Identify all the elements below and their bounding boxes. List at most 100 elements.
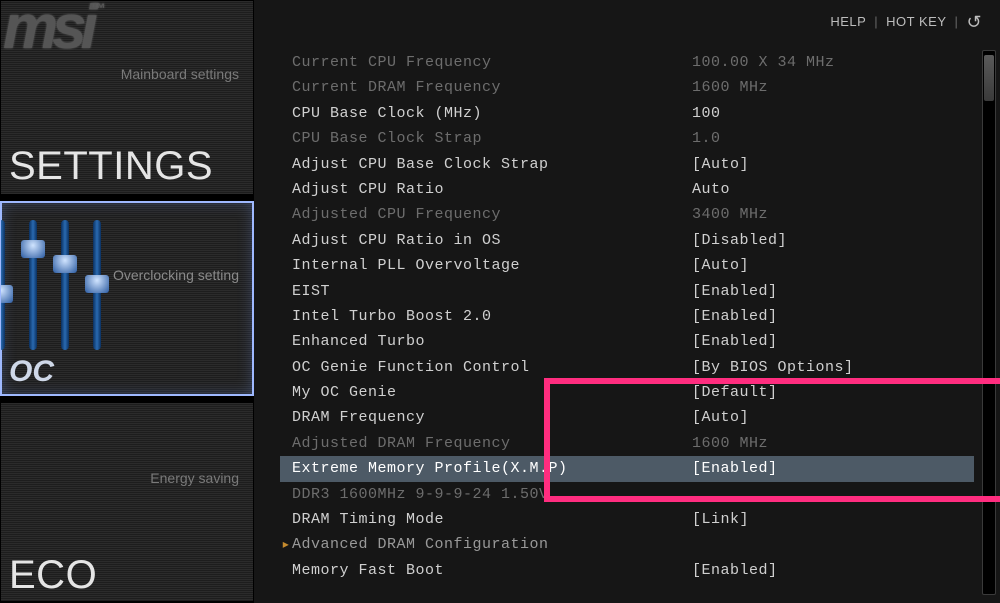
row-label: DRAM Frequency bbox=[292, 405, 692, 430]
row-label: Memory Fast Boot bbox=[292, 558, 692, 583]
row-label: Extreme Memory Profile(X.M.P) bbox=[292, 456, 692, 481]
sidebar-tile-eco[interactable]: Energy saving ECO bbox=[0, 402, 254, 602]
settings-row[interactable]: Adjust CPU Base Clock Strap[Auto] bbox=[280, 152, 974, 177]
settings-row[interactable]: Intel Turbo Boost 2.0[Enabled] bbox=[280, 304, 974, 329]
sidebar-small-label: Mainboard settings bbox=[121, 66, 239, 82]
row-label: Adjust CPU Ratio bbox=[292, 177, 692, 202]
row-label: EIST bbox=[292, 279, 692, 304]
separator: | bbox=[874, 14, 878, 29]
settings-row[interactable]: Memory Fast Boot[Enabled] bbox=[280, 558, 974, 583]
row-value: [Link] bbox=[692, 507, 974, 532]
row-gutter bbox=[280, 329, 292, 354]
msi-logo: msi™ bbox=[3, 3, 106, 53]
settings-row[interactable]: Adjust CPU RatioAuto bbox=[280, 177, 974, 202]
main-panel: HELP | HOT KEY | ↻ Current CPU Frequency… bbox=[254, 0, 1000, 603]
row-label: Intel Turbo Boost 2.0 bbox=[292, 304, 692, 329]
back-icon[interactable]: ↻ bbox=[966, 12, 982, 33]
settings-row: Current DRAM Frequency1600 MHz bbox=[280, 75, 974, 100]
row-gutter bbox=[280, 558, 292, 583]
row-gutter bbox=[280, 456, 292, 481]
row-gutter bbox=[280, 304, 292, 329]
row-gutter bbox=[280, 279, 292, 304]
row-label: Enhanced Turbo bbox=[292, 329, 692, 354]
settings-row: Current CPU Frequency100.00 X 34 MHz bbox=[280, 50, 974, 75]
scrollbar[interactable] bbox=[982, 50, 996, 595]
settings-row[interactable]: My OC Genie[Default] bbox=[280, 380, 974, 405]
settings-row[interactable]: Enhanced Turbo[Enabled] bbox=[280, 329, 974, 354]
row-gutter bbox=[280, 126, 292, 151]
row-value: [By BIOS Options] bbox=[692, 355, 974, 380]
sidebar-big-label: OC bbox=[9, 355, 54, 389]
settings-row: Adjusted CPU Frequency3400 MHz bbox=[280, 202, 974, 227]
sidebar-small-label: Energy saving bbox=[150, 470, 239, 486]
row-gutter bbox=[280, 177, 292, 202]
settings-row[interactable]: Extreme Memory Profile(X.M.P)[Enabled] bbox=[280, 456, 974, 481]
settings-row: CPU Base Clock Strap1.0 bbox=[280, 126, 974, 151]
row-value bbox=[692, 532, 974, 557]
row-value: [Enabled] bbox=[692, 558, 974, 583]
row-value: 3400 MHz bbox=[692, 202, 974, 227]
row-value: [Enabled] bbox=[692, 304, 974, 329]
separator: | bbox=[955, 14, 959, 29]
settings-list-wrap: Current CPU Frequency100.00 X 34 MHzCurr… bbox=[254, 42, 1000, 603]
row-label: Internal PLL Overvoltage bbox=[292, 253, 692, 278]
row-value: [Enabled] bbox=[692, 456, 974, 481]
row-label: Advanced DRAM Configuration bbox=[292, 532, 692, 557]
settings-row[interactable]: Internal PLL Overvoltage[Auto] bbox=[280, 253, 974, 278]
row-gutter bbox=[280, 380, 292, 405]
row-label: Adjust CPU Ratio in OS bbox=[292, 228, 692, 253]
settings-row[interactable]: Adjust CPU Ratio in OS[Disabled] bbox=[280, 228, 974, 253]
row-gutter bbox=[280, 152, 292, 177]
row-gutter bbox=[280, 202, 292, 227]
row-label: My OC Genie bbox=[292, 380, 692, 405]
settings-row[interactable]: EIST[Enabled] bbox=[280, 279, 974, 304]
help-link[interactable]: HELP bbox=[830, 14, 866, 29]
row-value bbox=[692, 482, 974, 507]
sidebar-big-label: SETTINGS bbox=[9, 144, 213, 189]
row-value: 100 bbox=[692, 101, 974, 126]
row-value: 1.0 bbox=[692, 126, 974, 151]
row-value: [Auto] bbox=[692, 405, 974, 430]
row-gutter bbox=[280, 228, 292, 253]
row-gutter bbox=[280, 75, 292, 100]
row-gutter bbox=[280, 507, 292, 532]
sidebar: msi™ Mainboard settings SETTINGS Overclo… bbox=[0, 0, 254, 603]
row-gutter bbox=[280, 101, 292, 126]
row-value: [Auto] bbox=[692, 152, 974, 177]
settings-row[interactable]: Advanced DRAM Configuration bbox=[280, 532, 974, 557]
settings-row[interactable]: CPU Base Clock (MHz)100 bbox=[280, 101, 974, 126]
sidebar-tile-settings[interactable]: msi™ Mainboard settings SETTINGS bbox=[0, 0, 254, 195]
row-value: [Enabled] bbox=[692, 279, 974, 304]
row-label: Current CPU Frequency bbox=[292, 50, 692, 75]
topbar: HELP | HOT KEY | ↻ bbox=[254, 0, 1000, 42]
row-value: 1600 MHz bbox=[692, 431, 974, 456]
row-value: Auto bbox=[692, 177, 974, 202]
row-gutter bbox=[280, 253, 292, 278]
row-value: [Auto] bbox=[692, 253, 974, 278]
hotkey-link[interactable]: HOT KEY bbox=[886, 14, 946, 29]
row-gutter bbox=[280, 355, 292, 380]
row-label: DDR3 1600MHz 9-9-9-24 1.50V bbox=[292, 482, 692, 507]
settings-row[interactable]: DRAM Frequency[Auto] bbox=[280, 405, 974, 430]
row-gutter bbox=[280, 405, 292, 430]
row-value: 1600 MHz bbox=[692, 75, 974, 100]
row-value: 100.00 X 34 MHz bbox=[692, 50, 974, 75]
settings-list: Current CPU Frequency100.00 X 34 MHzCurr… bbox=[280, 50, 974, 583]
row-label: Adjusted CPU Frequency bbox=[292, 202, 692, 227]
row-label: OC Genie Function Control bbox=[292, 355, 692, 380]
row-value: [Enabled] bbox=[692, 329, 974, 354]
scrollbar-thumb[interactable] bbox=[984, 55, 994, 101]
settings-row[interactable]: OC Genie Function Control[By BIOS Option… bbox=[280, 355, 974, 380]
row-value: [Default] bbox=[692, 380, 974, 405]
sidebar-tile-oc[interactable]: Overclocking setting OC bbox=[0, 201, 254, 396]
row-value: [Disabled] bbox=[692, 228, 974, 253]
sidebar-big-label: ECO bbox=[9, 553, 97, 598]
sidebar-small-label: Overclocking setting bbox=[113, 267, 239, 283]
sliders-icon bbox=[0, 220, 112, 350]
settings-row[interactable]: DRAM Timing Mode[Link] bbox=[280, 507, 974, 532]
row-gutter bbox=[280, 482, 292, 507]
settings-row: DDR3 1600MHz 9-9-9-24 1.50V bbox=[280, 482, 974, 507]
chevron-right-icon bbox=[280, 532, 292, 557]
row-label: DRAM Timing Mode bbox=[292, 507, 692, 532]
row-label: CPU Base Clock Strap bbox=[292, 126, 692, 151]
